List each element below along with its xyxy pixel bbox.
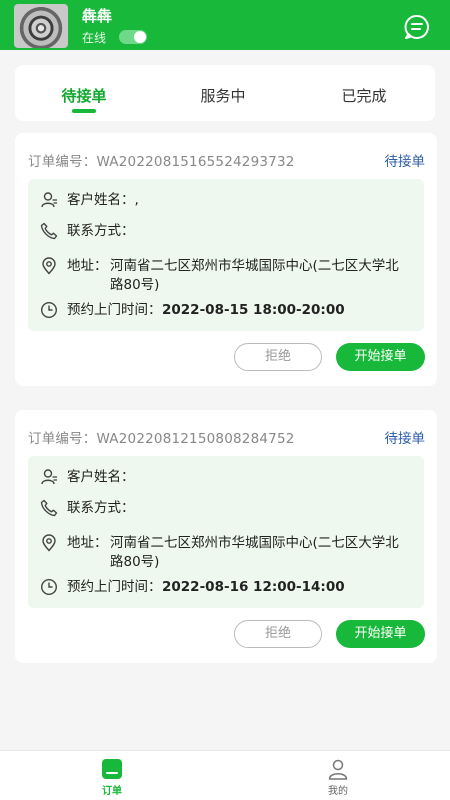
- address-label: 地址：: [67, 535, 108, 551]
- tab-pending[interactable]: 待接单: [39, 85, 129, 106]
- tabbar-item-mine[interactable]: 我的: [278, 751, 398, 800]
- order-icon: [102, 759, 122, 779]
- customer-icon: [41, 469, 57, 485]
- order-number: 订单编号：WA20220815165524293732: [28, 154, 295, 170]
- order-info: 客户姓名： 联系方式： 地址： 河南省二七区郑州市华城国际中心(二七区大学北路8…: [28, 456, 424, 608]
- toggle-knob: [134, 31, 146, 43]
- phone-icon: [40, 222, 58, 240]
- tabbar-label-orders: 订单: [102, 786, 122, 797]
- order-number: 订单编号：WA20220812150808284752: [28, 431, 295, 447]
- appointment-time: 2022-08-15 18:00-20:00: [162, 302, 345, 318]
- address-value: 河南省二七区郑州市华城国际中心(二七区大学北路80号): [110, 535, 399, 570]
- tab-in-service[interactable]: 服务中: [178, 85, 268, 106]
- tabbar-item-orders[interactable]: 订单: [52, 751, 172, 800]
- customer-name: 客户姓名：,: [67, 192, 139, 208]
- order-card: 订单编号：WA20220812150808284752 待接单 客户姓名： 联系…: [15, 410, 437, 663]
- accept-order-button[interactable]: 开始接单: [336, 620, 425, 648]
- contact-info: 联系方式：: [67, 223, 135, 239]
- address-label: 地址：: [67, 258, 108, 274]
- customer-icon: [41, 192, 57, 208]
- location-icon: [42, 534, 56, 552]
- user-name: 犇犇: [82, 7, 113, 25]
- appointment-time: 2022-08-16 12:00-14:00: [162, 579, 345, 595]
- bottom-tab-bar: 订单 我的: [0, 750, 450, 800]
- tabbar-label-mine: 我的: [328, 786, 348, 797]
- customer-name: 客户姓名：: [67, 469, 135, 485]
- app-header: 犇犇 在线: [0, 0, 450, 50]
- clock-icon: [40, 578, 58, 596]
- order-status-tabs: 待接单 服务中 已完成: [15, 65, 435, 121]
- order-status: 待接单: [384, 431, 426, 447]
- reject-button[interactable]: 拒绝: [234, 343, 322, 371]
- user-icon: [328, 759, 348, 780]
- avatar[interactable]: [14, 4, 68, 48]
- order-info: 客户姓名：, 联系方式： 地址： 河南省二七区郑州市华城国际中心(二七区大学北路…: [28, 179, 424, 331]
- time-label: 预约上门时间：: [67, 302, 162, 318]
- contact-info: 联系方式：: [67, 500, 135, 516]
- active-tab-indicator: [72, 109, 96, 113]
- online-toggle[interactable]: [119, 30, 147, 44]
- online-status-label: 在线: [82, 31, 107, 45]
- clock-icon: [40, 301, 58, 319]
- time-label: 预约上门时间：: [67, 579, 162, 595]
- address-value: 河南省二七区郑州市华城国际中心(二七区大学北路80号): [110, 258, 399, 293]
- order-status: 待接单: [384, 154, 426, 170]
- location-icon: [42, 257, 56, 275]
- reject-button[interactable]: 拒绝: [234, 620, 322, 648]
- message-icon[interactable]: [403, 13, 431, 41]
- phone-icon: [40, 499, 58, 517]
- tab-completed[interactable]: 已完成: [319, 85, 409, 106]
- accept-order-button[interactable]: 开始接单: [336, 343, 425, 371]
- order-card: 订单编号：WA20220815165524293732 待接单 客户姓名：, 联…: [15, 133, 437, 386]
